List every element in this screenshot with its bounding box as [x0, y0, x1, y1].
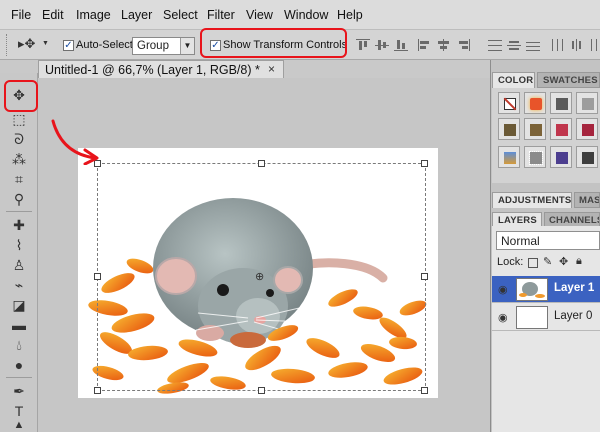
lock-position-icon[interactable]: ✥ — [559, 255, 568, 268]
healing-brush-tool-icon[interactable]: ✚ — [8, 215, 30, 235]
tab-color[interactable]: COLOR — [492, 72, 535, 88]
align-top-icon[interactable] — [356, 39, 370, 51]
auto-select-value: Group — [137, 40, 169, 52]
auto-select-dropdown[interactable]: Group ▼ — [132, 37, 195, 55]
layer-name: Layer 1 — [554, 282, 595, 294]
transform-handle-bottom-right[interactable] — [421, 387, 428, 394]
lock-label: Lock: — [497, 256, 524, 268]
blend-mode-dropdown[interactable]: Normal — [496, 231, 600, 250]
distribute-right-icon[interactable] — [589, 39, 600, 51]
menu-bar: File Edit Image Layer Select Filter View… — [0, 0, 600, 30]
align-right-icon[interactable] — [456, 39, 470, 51]
chevron-down-icon: ▼ — [180, 38, 194, 54]
distribute-hcenter-icon[interactable] — [570, 39, 584, 51]
close-icon[interactable]: × — [268, 62, 275, 76]
blend-mode-value: Normal — [501, 234, 540, 248]
layer-row-layer-0[interactable]: ◉ Layer 0 — [492, 304, 600, 331]
layer-row-layer-1[interactable]: ◉ Layer 1 — [492, 276, 600, 303]
annotation-move-tool-highlight — [4, 80, 38, 112]
swatch-dark[interactable] — [576, 146, 598, 168]
eye-icon[interactable]: ◉ — [498, 283, 508, 296]
distribute-left-icon[interactable] — [551, 39, 565, 51]
blur-tool-icon[interactable]: 💧︎ — [8, 335, 30, 355]
distribute-top-icon[interactable] — [488, 39, 502, 51]
gradient-tool-icon[interactable]: ▬ — [8, 315, 30, 335]
transform-handle-middle-left[interactable] — [94, 273, 101, 280]
document-tab[interactable]: Untitled-1 @ 66,7% (Layer 1, RGB/8) * × — [38, 60, 284, 78]
menu-view[interactable]: View — [246, 8, 273, 22]
swatch-olive[interactable] — [498, 118, 520, 140]
transform-handle-top-right[interactable] — [421, 160, 428, 167]
align-vcenter-icon[interactable] — [375, 39, 389, 51]
transform-handle-top-center[interactable] — [258, 160, 265, 167]
layer-name: Layer 0 — [554, 310, 593, 322]
clone-stamp-tool-icon[interactable]: ♙ — [8, 255, 30, 275]
lock-transparency-icon[interactable] — [528, 258, 538, 268]
distribute-vcenter-icon[interactable] — [507, 39, 521, 51]
annotation-arrow — [51, 119, 99, 165]
swatch-orange[interactable] — [524, 92, 546, 114]
layer-thumbnail — [516, 278, 548, 301]
brush-tool-icon[interactable]: ⌇ — [8, 235, 30, 255]
transform-handle-middle-right[interactable] — [421, 273, 428, 280]
annotation-transform-controls-highlight — [200, 28, 347, 58]
swatch-purple[interactable] — [550, 146, 572, 168]
swatch-texture[interactable] — [524, 146, 546, 168]
swatch-magenta[interactable] — [576, 118, 598, 140]
eye-icon[interactable]: ◉ — [498, 311, 508, 324]
align-bottom-icon[interactable] — [394, 39, 408, 51]
menu-file[interactable]: File — [11, 8, 31, 22]
toolbox: ✥ ⬚ ᘐ ⁂ ⌗ ⚲ ✚ ⌇ ♙ ⌁ ◪ ▬ 💧︎ ● ✒ T ▲ — [0, 73, 38, 432]
menu-select[interactable]: Select — [163, 8, 198, 22]
eraser-tool-icon[interactable]: ◪ — [8, 295, 30, 315]
no-color-swatch[interactable] — [498, 92, 520, 114]
history-brush-tool-icon[interactable]: ⌁ — [8, 275, 30, 295]
swatch-red[interactable] — [550, 118, 572, 140]
tab-swatches[interactable]: SWATCHES — [537, 72, 600, 88]
tab-adjustments[interactable]: ADJUSTMENTS — [492, 192, 572, 208]
document-title: Untitled-1 @ 66,7% (Layer 1, RGB/8) * — [45, 63, 260, 77]
move-tool-preset-icon[interactable]: ▸✥ — [18, 36, 35, 52]
align-hcenter-icon[interactable] — [437, 39, 451, 51]
type-tool-icon[interactable]: T — [8, 401, 30, 421]
distribute-bottom-icon[interactable] — [526, 39, 540, 51]
layer-thumbnail — [516, 306, 548, 329]
lock-pixels-icon[interactable]: ✎ — [543, 255, 552, 268]
lock-all-icon[interactable]: 🔒︎ — [576, 255, 582, 268]
menu-window[interactable]: Window — [284, 8, 328, 22]
swatch-light-gray[interactable] — [576, 92, 598, 114]
crop-tool-icon[interactable]: ⌗ — [8, 169, 30, 189]
options-grip[interactable] — [6, 34, 9, 56]
magic-wand-tool-icon[interactable]: ⁂ — [8, 149, 30, 169]
menu-edit[interactable]: Edit — [42, 8, 64, 22]
menu-layer[interactable]: Layer — [121, 8, 152, 22]
eyedropper-tool-icon[interactable]: ⚲ — [8, 189, 30, 209]
pen-tool-icon[interactable]: ✒ — [8, 381, 30, 401]
swatch-brown[interactable] — [524, 118, 546, 140]
reference-point-icon[interactable]: ⊕ — [255, 270, 264, 283]
menu-help[interactable]: Help — [337, 8, 363, 22]
menu-filter[interactable]: Filter — [207, 8, 235, 22]
tab-masks[interactable]: MAS — [574, 192, 600, 208]
auto-select-checkbox[interactable]: ✓ — [63, 40, 74, 51]
menu-image[interactable]: Image — [76, 8, 111, 22]
preset-chevron-icon[interactable]: ▼ — [42, 40, 49, 47]
marquee-tool-icon[interactable]: ⬚ — [8, 109, 30, 129]
align-left-icon[interactable] — [418, 39, 432, 51]
transform-handle-bottom-left[interactable] — [94, 387, 101, 394]
transform-handle-bottom-center[interactable] — [258, 387, 265, 394]
dodge-tool-icon[interactable]: ● — [8, 355, 30, 375]
path-selection-tool-icon[interactable]: ▲ — [8, 419, 30, 432]
lasso-tool-icon[interactable]: ᘐ — [8, 129, 30, 149]
swatch-gray[interactable] — [550, 92, 572, 114]
auto-select-label: Auto-Select: — [76, 39, 136, 51]
swatch-landscape[interactable] — [498, 146, 520, 168]
